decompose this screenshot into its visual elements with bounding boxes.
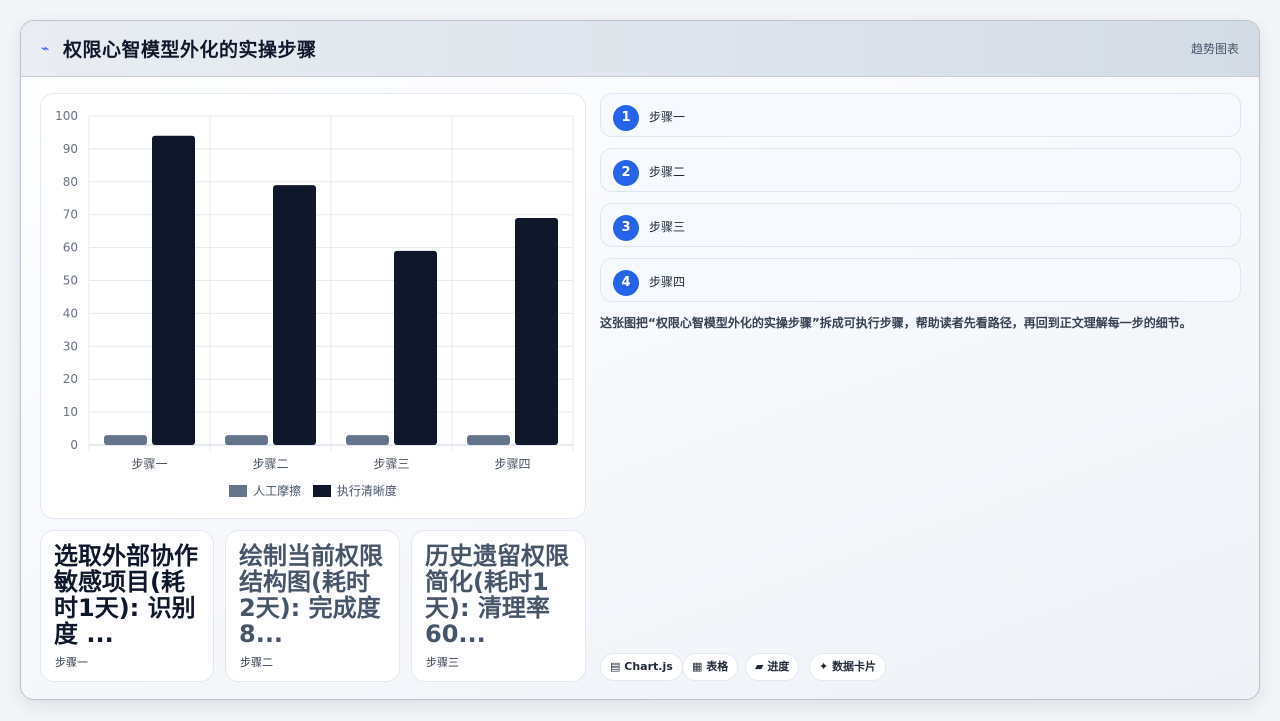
bar-friction: [467, 435, 510, 445]
data-card-1: 选取外部协作敏感项目(耗时1天): 识别度 ... 步骤一: [40, 530, 214, 682]
pill-label: Chart.js: [624, 660, 673, 673]
legend-label-clarity: 执行清晰度: [336, 484, 397, 498]
bar-chart: 0 10 20 30 40 50 60 70 80 90 100 步骤一 步骤二 步骤三 步骤四: [55, 109, 574, 471]
chart-description: 这张图把“权限心智模型外化的实操步骤”拆成可执行步骤，帮助读者先看路径，再回到正…: [600, 316, 1192, 330]
step-number-badge: 1: [613, 105, 639, 131]
pill-label: 进度: [767, 660, 790, 673]
chart-icon: ▤: [610, 660, 621, 673]
y-tick-label: 0: [70, 438, 78, 452]
pill-label: 数据卡片: [832, 660, 877, 673]
step-item-1[interactable]: 1 步骤一: [600, 93, 1241, 137]
step-item-2[interactable]: 2 步骤二: [600, 148, 1241, 192]
sparkle-icon: ✦: [819, 660, 829, 673]
step-label: 步骤一: [649, 110, 686, 124]
step-number-badge: 2: [613, 160, 639, 186]
legend-label-friction: 人工摩擦: [253, 484, 302, 498]
y-tick-label: 70: [63, 208, 78, 222]
data-card-3: 历史遗留权限简化(耗时1天): 清理率 60... 步骤三: [411, 530, 586, 682]
step-label: 步骤二: [649, 165, 686, 179]
x-tick-label: 步骤四: [494, 457, 530, 471]
step-label: 步骤三: [649, 220, 686, 234]
data-card-2-caption: 步骤二: [240, 656, 273, 669]
legend-item-clarity[interactable]: 执行清晰度: [312, 482, 397, 499]
bar-clarity: [273, 185, 316, 445]
pill-chartjs[interactable]: ▤ Chart.js: [600, 653, 683, 681]
chart-type-tag: 趋势图表: [1190, 42, 1239, 56]
legend-swatch-friction: [229, 485, 248, 497]
y-tick-label: 20: [63, 372, 78, 386]
data-card-2-value: 绘制当前权限结构图(耗时2天): 完成度 8...: [239, 543, 383, 647]
x-tick-label: 步骤一: [131, 457, 167, 471]
progress-icon: ▰: [755, 660, 764, 673]
legend-swatch-clarity: [312, 485, 331, 497]
step-number-badge: 3: [613, 215, 639, 241]
step-item-4[interactable]: 4 步骤四: [600, 258, 1241, 302]
data-card-3-value: 历史遗留权限简化(耗时1天): 清理率 60...: [425, 543, 569, 647]
data-card-2: 绘制当前权限结构图(耗时2天): 完成度 8... 步骤二: [225, 530, 400, 682]
step-label: 步骤四: [649, 275, 686, 289]
chart-panel: 0 10 20 30 40 50 60 70 80 90 100 步骤一 步骤二 步骤三 步骤四 人工摩擦 …: [40, 93, 586, 519]
x-tick-label: 步骤三: [373, 457, 409, 471]
y-tick-label: 60: [63, 241, 78, 255]
legend-item-friction[interactable]: 人工摩擦: [229, 482, 301, 499]
bar-friction: [346, 435, 389, 445]
y-tick-label: 30: [63, 339, 78, 353]
data-card-1-caption: 步骤一: [55, 656, 88, 669]
pill-label: 表格: [706, 660, 729, 673]
y-tick-label: 10: [63, 405, 78, 419]
data-card-1-value: 选取外部协作敏感项目(耗时1天): 识别度 ...: [54, 543, 198, 647]
bar-clarity: [515, 217, 558, 445]
pill-table[interactable]: ▦ 表格: [682, 653, 739, 681]
spark-icon: ⌁: [41, 41, 50, 57]
pill-progress[interactable]: ▰ 进度: [745, 653, 800, 681]
y-tick-label: 80: [63, 175, 78, 189]
pill-data-card[interactable]: ✦ 数据卡片: [809, 653, 887, 681]
step-number-badge: 4: [613, 270, 639, 296]
page-title: 权限心智模型外化的实操步骤: [63, 39, 317, 61]
table-icon: ▦: [692, 660, 703, 673]
bar-clarity: [152, 135, 195, 446]
bar-friction: [225, 435, 268, 445]
bar-clarity: [394, 250, 437, 445]
y-tick-label: 50: [63, 274, 78, 288]
data-card-3-caption: 步骤三: [426, 656, 459, 669]
y-tick-label: 90: [63, 142, 78, 156]
y-tick-label: 40: [63, 306, 78, 320]
header-bar: ⌁ 权限心智模型外化的实操步骤 趋势图表: [21, 21, 1259, 77]
y-tick-label: 100: [55, 109, 78, 123]
main-card: ⌁ 权限心智模型外化的实操步骤 趋势图表 0 10 20 30 40 50 60 70 80 90…: [20, 20, 1260, 700]
x-tick-label: 步骤二: [252, 457, 288, 471]
bar-friction: [104, 435, 147, 445]
chart-legend: 人工摩擦 执行清晰度: [41, 482, 585, 499]
step-item-3[interactable]: 3 步骤三: [600, 203, 1241, 247]
